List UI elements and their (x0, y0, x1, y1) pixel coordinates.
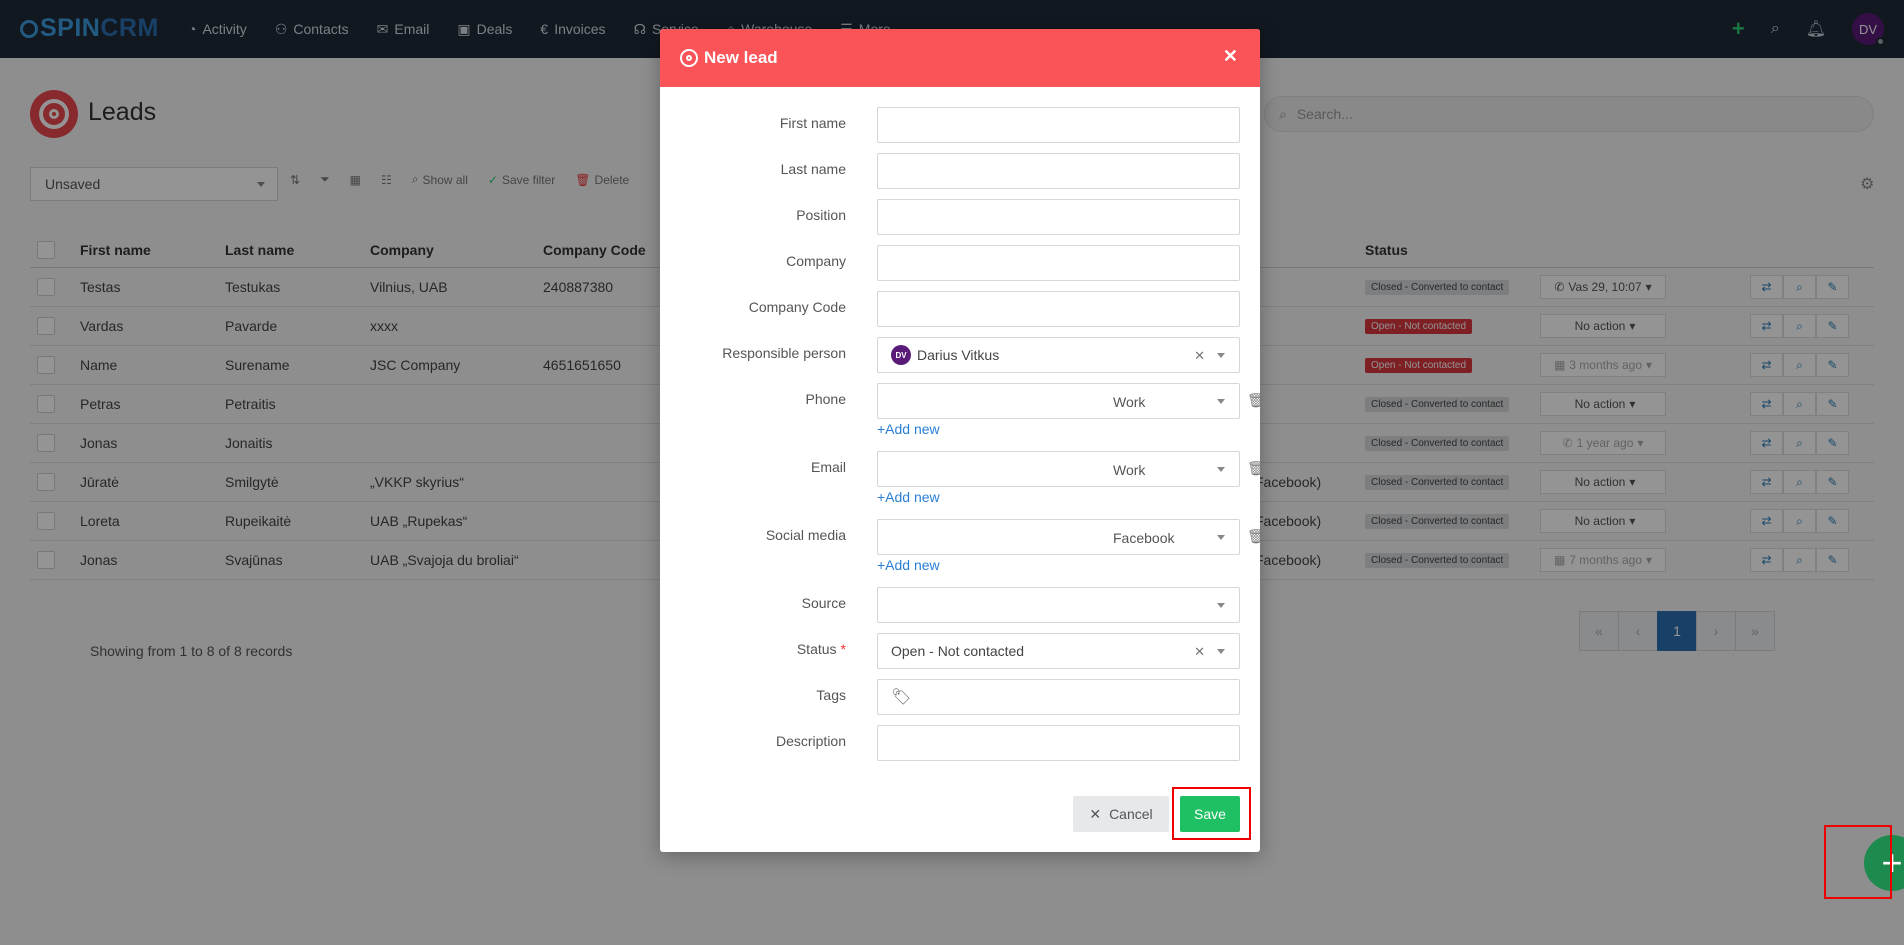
chevron-down-icon (1217, 399, 1225, 404)
chevron-down-icon (1217, 535, 1225, 540)
chevron-down-icon (1217, 649, 1225, 654)
trash-icon[interactable]: 🗑︎ (1247, 460, 1265, 477)
trash-icon[interactable]: 🗑︎ (1247, 392, 1265, 409)
company-input[interactable] (877, 245, 1240, 281)
phone-input[interactable]: Work (877, 383, 1240, 419)
new-lead-modal: New lead ✕ First name Last name Position… (660, 29, 1265, 852)
social-type-select[interactable]: Facebook (1113, 530, 1174, 546)
trash-icon[interactable]: 🗑︎ (1247, 528, 1265, 545)
tags-icon: 🏷︎ (891, 689, 912, 706)
position-input[interactable] (877, 199, 1240, 235)
tags-label: Tags (816, 687, 846, 703)
last-name-input[interactable] (877, 153, 1240, 189)
description-label: Description (775, 733, 846, 749)
chevron-down-icon (1217, 603, 1225, 608)
modal-header: New lead (660, 29, 1260, 87)
add-social-link[interactable]: +Add new (877, 557, 940, 573)
email-type-select[interactable]: Work (1113, 462, 1145, 478)
responsible-label: Responsible person (722, 345, 846, 361)
social-label: Social media (765, 527, 846, 543)
tags-input[interactable]: 🏷︎ (877, 679, 1240, 715)
email-input[interactable]: Work (877, 451, 1240, 487)
last-name-label: Last name (780, 161, 846, 177)
chevron-down-icon (1217, 353, 1225, 358)
modal-title: New lead (704, 48, 778, 67)
status-label: Status * (660, 641, 846, 657)
highlight-box (1824, 825, 1892, 899)
add-phone-link[interactable]: +Add new (877, 421, 940, 437)
responsible-select[interactable]: DV Darius Vitkus ✕ (877, 337, 1240, 373)
position-label: Position (796, 207, 846, 223)
chevron-down-icon (1217, 467, 1225, 472)
first-name-input[interactable] (877, 107, 1240, 143)
social-input[interactable]: Facebook (877, 519, 1240, 555)
close-icon: ✕ (1089, 805, 1102, 822)
email-label: Email (810, 459, 846, 475)
company-code-input[interactable] (877, 291, 1240, 327)
company-code-label: Company Code (748, 299, 846, 315)
company-label: Company (786, 253, 846, 269)
target-icon (680, 49, 698, 67)
source-label: Source (801, 595, 846, 611)
clear-icon[interactable]: ✕ (1194, 644, 1205, 660)
responsible-value: Darius Vitkus (917, 347, 1000, 363)
phone-label: Phone (805, 391, 846, 407)
cancel-button[interactable]: ✕ Cancel (1073, 796, 1169, 832)
highlight-box (1172, 787, 1251, 840)
source-select[interactable] (877, 587, 1240, 623)
first-name-label: First name (779, 115, 846, 131)
add-email-link[interactable]: +Add new (877, 489, 940, 505)
clear-icon[interactable]: ✕ (1194, 348, 1205, 364)
avatar: DV (891, 345, 911, 365)
cancel-label: Cancel (1109, 806, 1153, 822)
close-icon[interactable]: ✕ (1223, 46, 1238, 67)
status-value: Open - Not contacted (891, 643, 1025, 659)
status-label-text: Status (796, 641, 837, 657)
phone-type-select[interactable]: Work (1113, 394, 1145, 410)
required-marker: * (840, 641, 846, 657)
description-input[interactable] (877, 725, 1240, 761)
status-select[interactable]: Open - Not contacted ✕ (877, 633, 1240, 669)
